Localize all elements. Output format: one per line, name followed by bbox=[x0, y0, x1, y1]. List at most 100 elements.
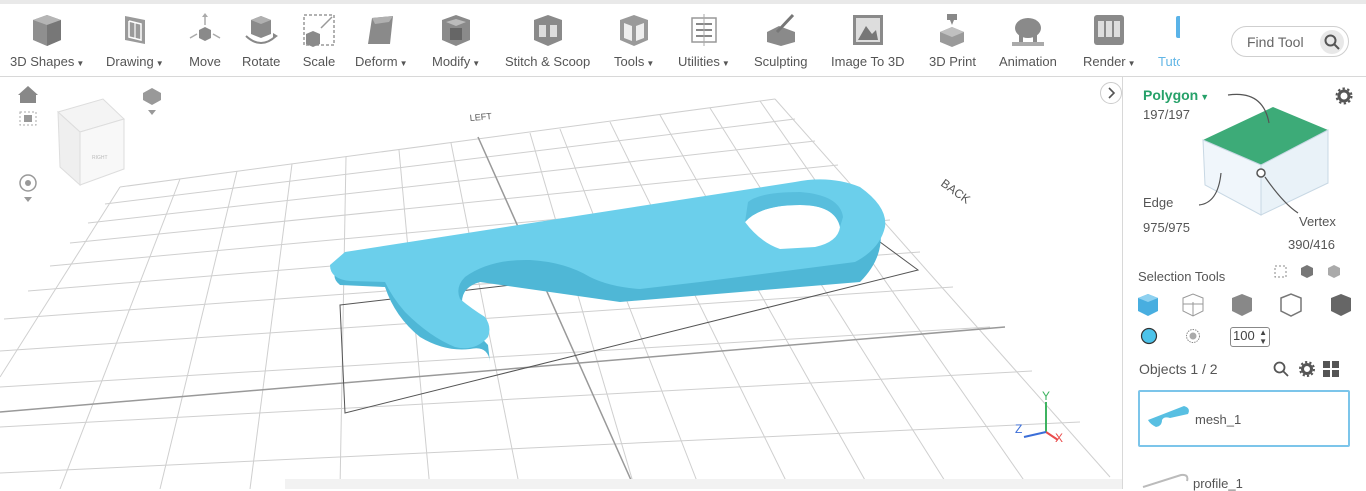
tool-modify[interactable]: Modify ▼ bbox=[432, 12, 480, 69]
scale-icon bbox=[301, 12, 337, 48]
image-to-3d-icon bbox=[850, 12, 886, 48]
bottom-status-strip bbox=[285, 479, 1122, 489]
tutorial-icon bbox=[1158, 12, 1180, 48]
profile-thumbnail bbox=[1142, 473, 1189, 488]
orbit-icon[interactable] bbox=[19, 174, 37, 202]
find-tool-input[interactable]: Find Tool bbox=[1247, 34, 1304, 50]
chevron-down-icon: ▼ bbox=[646, 59, 655, 68]
tool-label: 3D Shapes bbox=[10, 54, 75, 69]
fit-view-icon[interactable] bbox=[19, 111, 37, 126]
tool-label: Scale bbox=[302, 54, 336, 69]
face-select-icon bbox=[1328, 265, 1340, 278]
tool-drawing[interactable]: Drawing ▼ bbox=[106, 12, 164, 69]
chevron-right-icon bbox=[1108, 87, 1116, 99]
tool-label: Tools bbox=[614, 54, 645, 69]
brush-size-stepper[interactable]: 100 ▲ ▼ bbox=[1230, 327, 1270, 347]
stitch-scoop-icon bbox=[530, 12, 566, 48]
tool-label: Tuto bbox=[1158, 54, 1180, 69]
brush-texture-icon[interactable] bbox=[1185, 328, 1201, 344]
selection-cube-illustration bbox=[1198, 93, 1329, 216]
edge-label: Edge bbox=[1143, 195, 1174, 210]
spinner-arrows-icon[interactable]: ▲ ▼ bbox=[1259, 328, 1267, 346]
panel-collapse-button[interactable] bbox=[1100, 82, 1122, 104]
move-icon bbox=[187, 12, 223, 48]
tool-label: Rotate bbox=[242, 54, 281, 69]
tool-utilities[interactable]: Utilities ▼ bbox=[678, 12, 730, 69]
3d-viewport[interactable]: LEFT BACK Y X Z RIGHT bbox=[0, 77, 1122, 489]
chevron-down-icon: ▼ bbox=[721, 59, 730, 68]
drawing-icon bbox=[117, 12, 153, 48]
axis-y-label: Y bbox=[1042, 389, 1050, 403]
vertex-label: Vertex bbox=[1299, 214, 1336, 229]
tool-label: Render bbox=[1083, 54, 1126, 69]
grid-view-icon[interactable] bbox=[1322, 360, 1340, 378]
object-select-icon bbox=[1301, 265, 1313, 278]
tool-stitch-scoop[interactable]: Stitch & Scoop bbox=[505, 12, 590, 69]
tool-image-to-3d[interactable]: Image To 3D bbox=[831, 12, 904, 69]
tool-label: Utilities bbox=[678, 54, 720, 69]
object-item-mesh-1[interactable]: mesh_1 bbox=[1138, 390, 1350, 447]
animation-icon bbox=[1010, 12, 1046, 48]
main-toolbar: 3D Shapes ▼ Drawing ▼ Move Rotate Scale De… bbox=[0, 4, 1366, 77]
grid-main-axis bbox=[477, 136, 636, 489]
tool-rotate[interactable]: Rotate bbox=[242, 12, 280, 69]
tool-tutorials[interactable]: Tuto bbox=[1158, 12, 1180, 69]
tool-label: 3D Print bbox=[929, 54, 976, 69]
view-cube-right-label: RIGHT bbox=[92, 155, 108, 161]
edge-count: 975/975 bbox=[1143, 220, 1190, 235]
tool-label: Deform bbox=[355, 54, 398, 69]
mesh-object bbox=[330, 179, 886, 362]
view-mode-icon[interactable] bbox=[143, 88, 161, 115]
selection-mode-icons[interactable] bbox=[1273, 263, 1363, 281]
objects-count-label: Objects 1 / 2 bbox=[1139, 361, 1218, 377]
axis-z-label: Z bbox=[1015, 422, 1022, 436]
tool-label: Sculpting bbox=[754, 54, 808, 69]
brush-size-value: 100 bbox=[1233, 328, 1255, 343]
right-panel: Polygon ▼ 197/197 Edge 975/975 Vertex 390… bbox=[1122, 77, 1366, 491]
selection-tools-label: Selection Tools bbox=[1138, 269, 1226, 284]
viewport-canvas[interactable]: LEFT BACK Y X Z RIGHT bbox=[0, 77, 1122, 489]
tool-label: Image To 3D bbox=[831, 54, 905, 69]
tool-move[interactable]: Move bbox=[187, 12, 223, 69]
mesh-thumbnail bbox=[1148, 406, 1189, 427]
tool-label: Drawing bbox=[106, 54, 154, 69]
view-cube[interactable]: RIGHT bbox=[57, 98, 125, 187]
search-icon[interactable] bbox=[1320, 30, 1344, 54]
vertex-count: 390/416 bbox=[1288, 237, 1335, 252]
tool-label: Move bbox=[189, 54, 221, 69]
home-icon[interactable] bbox=[18, 86, 38, 103]
tool-3d-shapes[interactable]: 3D Shapes ▼ bbox=[10, 12, 84, 69]
selection-tools-row[interactable] bbox=[1135, 292, 1365, 318]
deform-icon bbox=[363, 12, 399, 48]
tool-label: Stitch & Scoop bbox=[505, 54, 591, 69]
find-tool-search[interactable]: Find Tool bbox=[1231, 26, 1349, 57]
tool-3d-print[interactable]: 3D Print bbox=[929, 12, 976, 69]
tool-animation[interactable]: Animation bbox=[999, 12, 1057, 69]
modify-icon bbox=[438, 12, 474, 48]
rotate-icon bbox=[243, 12, 279, 48]
tool-label: Animation bbox=[999, 54, 1057, 69]
chevron-down-icon: ▼ bbox=[155, 59, 164, 68]
cube-icon bbox=[29, 12, 65, 48]
axis-x-label: X bbox=[1055, 431, 1063, 445]
object-name: mesh_1 bbox=[1195, 412, 1242, 427]
sculpting-icon bbox=[763, 12, 799, 48]
brush-color-swatch[interactable] bbox=[1140, 327, 1158, 345]
tool-scale[interactable]: Scale bbox=[301, 12, 337, 69]
chevron-down-icon: ▼ bbox=[1127, 59, 1136, 68]
chevron-down-icon: ▼ bbox=[76, 59, 85, 68]
label-left: LEFT bbox=[469, 111, 492, 123]
search-icon[interactable] bbox=[1272, 360, 1290, 378]
tool-render[interactable]: Render ▼ bbox=[1083, 12, 1136, 69]
tool-deform[interactable]: Deform ▼ bbox=[355, 12, 408, 69]
rect-select-icon bbox=[1274, 265, 1287, 278]
render-icon bbox=[1091, 12, 1127, 48]
3d-print-icon bbox=[934, 12, 970, 48]
tools-icon bbox=[616, 12, 652, 48]
utilities-icon bbox=[686, 12, 722, 48]
chevron-down-icon: ▼ bbox=[399, 59, 408, 68]
tool-tools[interactable]: Tools ▼ bbox=[614, 12, 654, 69]
tool-sculpting[interactable]: Sculpting bbox=[754, 12, 807, 69]
floor-grid bbox=[0, 98, 1111, 489]
gear-icon[interactable] bbox=[1298, 360, 1316, 378]
